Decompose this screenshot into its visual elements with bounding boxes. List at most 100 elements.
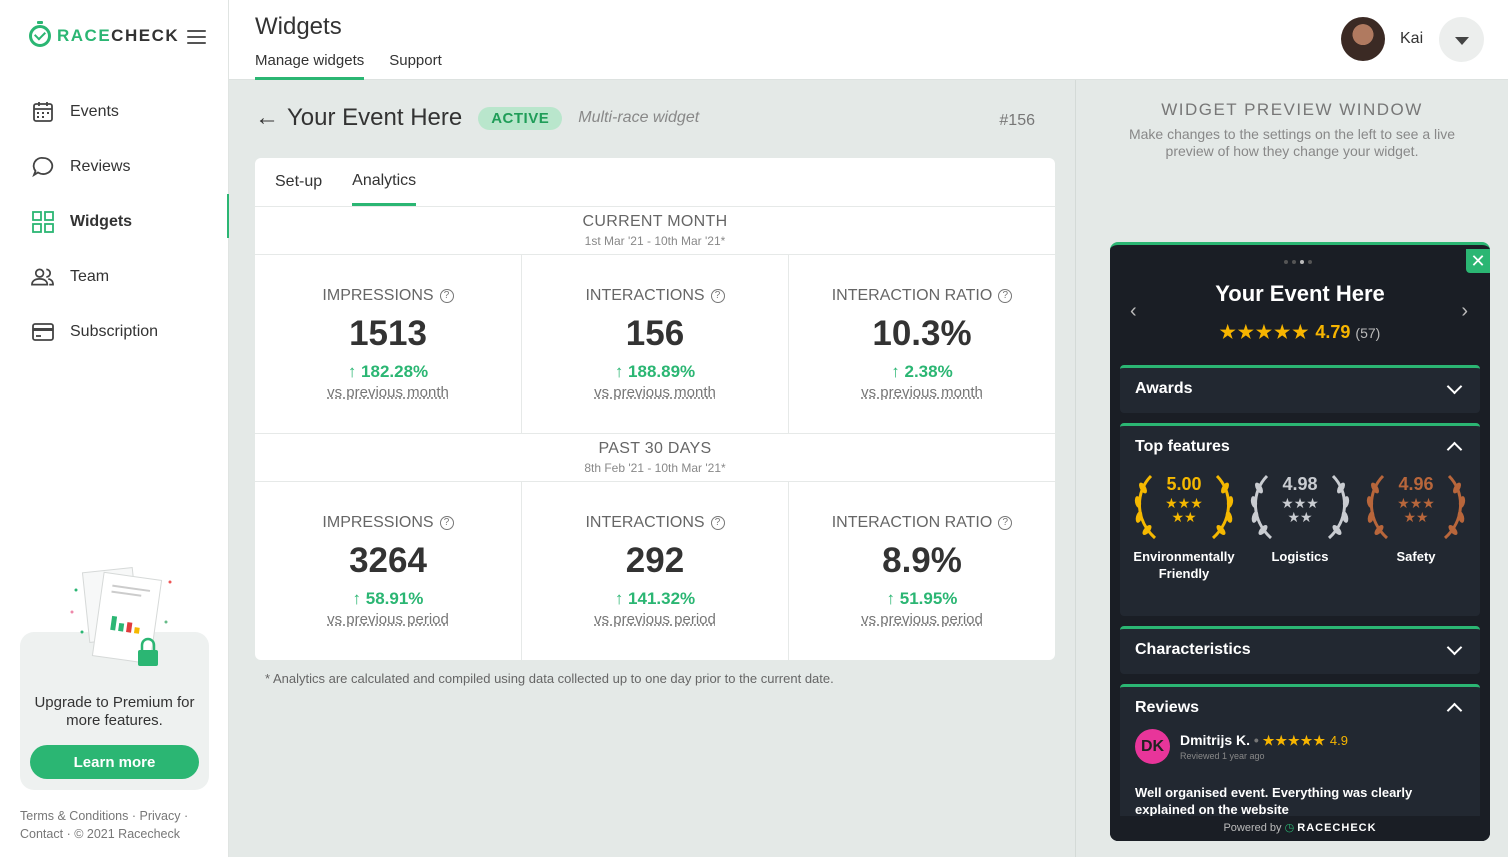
sidebar-item-reviews[interactable]: Reviews [0,139,229,194]
help-icon[interactable]: ? [710,289,725,303]
rating-value: 4.79 [1315,322,1351,342]
stat-value: 8.9% [882,541,962,580]
star-icon: ★★★ ★★ [1397,495,1435,525]
stat-label: IMPRESSIONS [322,514,434,531]
upgrade-text: Upgrade to Premium for more features. [34,694,195,729]
stat-comparison[interactable]: vs previous period [255,611,521,628]
features-list: 5.00 ★★★ ★★ Environmentally Friendly 4.98… [1120,468,1480,582]
laurel-icon: 4.98 ★★★ ★★ [1245,468,1355,544]
widget-rating: ★★★★★ 4.79 (57) [1110,322,1490,343]
avatar: DK [1135,729,1170,764]
sidebar-item-label: Reviews [70,157,131,175]
widget-preview: ✕ ‹ › Your Event Here ★★★★★ 4.79 (57) Aw… [1110,242,1490,841]
stat-comparison[interactable]: vs previous period [789,611,1055,628]
chat-bubble-icon [31,155,54,178]
credit-card-icon [31,320,54,343]
sidebar: RACECHECK Events Reviews Widgets Team Su… [0,0,230,857]
grid-icon [31,210,54,233]
back-arrow-icon[interactable]: ← [255,104,279,132]
section-title: Awards [1135,380,1193,397]
status-badge: ACTIVE [478,106,563,130]
stat-impressions: IMPRESSIONS? 3264 ↑ 58.91% vs previous p… [255,482,522,660]
top-features-section[interactable]: Top features 5.00 ★★★ ★★ Environmentally … [1120,423,1480,616]
calendar-icon [31,100,54,123]
event-header: ← Your Event Here ACTIVE Multi-race widg… [255,104,1055,132]
help-icon[interactable]: ? [439,516,454,530]
powered-by-brand[interactable]: RACECHECK [1297,822,1376,834]
help-icon[interactable]: ? [710,516,725,530]
page-title: Widgets [255,13,342,40]
stat-change: ↑ 51.95% [886,589,958,608]
user-name[interactable]: Kai [1400,30,1423,48]
widget-id: #156 [999,112,1035,129]
characteristics-section[interactable]: Characteristics [1120,626,1480,674]
laurel-icon: 5.00 ★★★ ★★ [1129,468,1239,544]
stopwatch-icon [29,21,51,47]
tab-manage-widgets[interactable]: Manage widgets [255,52,365,80]
stat-interactions: INTERACTIONS? 156 ↑ 188.89% vs previous … [522,255,789,433]
preview-title: WIDGET PREVIEW WINDOW [1161,100,1423,119]
user-menu-dropdown[interactable] [1439,17,1484,62]
stat-comparison[interactable]: vs previous period [522,611,788,628]
awards-section[interactable]: Awards [1120,365,1480,413]
stat-change: ↑ 141.32% [614,589,696,608]
event-title: Your Event Here [287,104,463,131]
sidebar-item-team[interactable]: Team [0,249,229,304]
feature-award: 5.00 ★★★ ★★ Environmentally Friendly [1129,468,1239,582]
help-icon[interactable]: ? [998,516,1013,530]
rating-count: (57) [1355,325,1381,341]
stat-value: 10.3% [872,314,972,353]
main-content: ← Your Event Here ACTIVE Multi-race widg… [229,80,1075,857]
stat-label: IMPRESSIONS [322,287,434,304]
help-icon[interactable]: ? [439,289,454,303]
preview-description: Make changes to the settings on the left… [1128,126,1456,159]
stat-change: ↑ 2.38% [891,362,953,381]
terms-link[interactable]: Terms & Conditions [20,809,128,823]
section-title: Reviews [1135,699,1200,716]
avatar[interactable] [1341,17,1385,61]
help-icon[interactable]: ? [998,289,1013,303]
feature-score: 4.96 [1398,474,1434,494]
stat-comparison[interactable]: vs previous month [789,384,1055,401]
tab-support[interactable]: Support [389,52,442,80]
stat-label: INTERACTION RATIO [831,514,993,531]
stat-comparison[interactable]: vs previous month [255,384,521,401]
feature-score: 4.98 [1282,474,1318,494]
feature-award: 4.96 ★★★ ★★ Safety [1361,468,1471,582]
learn-more-button[interactable]: Learn more [30,745,199,779]
sidebar-item-widgets[interactable]: Widgets [0,194,230,249]
reviews-section[interactable]: Reviews DK Dmitrijs K. • ★★★★★ 4.9 Revie… [1120,684,1480,824]
contact-link[interactable]: Contact [20,827,63,841]
stat-interactions: INTERACTIONS? 292 ↑ 141.32% vs previous … [522,482,789,660]
close-icon[interactable]: ✕ [1466,249,1490,273]
stats-row: IMPRESSIONS? 1513 ↑ 182.28% vs previous … [255,255,1055,434]
period-header: CURRENT MONTH 1st Mar '21 - 10th Mar '21… [255,207,1055,255]
stat-impressions: IMPRESSIONS? 1513 ↑ 182.28% vs previous … [255,255,522,433]
analytics-footnote: * Analytics are calculated and compiled … [265,671,834,686]
stat-label: INTERACTIONS [585,287,705,304]
top-header: Widgets Manage widgets Support Kai [229,0,1508,80]
privacy-link[interactable]: Privacy [139,809,180,823]
review-item: DK Dmitrijs K. • ★★★★★ 4.9 Reviewed 1 ye… [1120,729,1480,818]
sidebar-item-events[interactable]: Events [0,84,229,139]
reviewer-name: Dmitrijs K. [1180,732,1251,748]
review-text: Well organised event. Everything was cle… [1135,785,1413,817]
stat-value: 292 [625,541,685,580]
sidebar-item-subscription[interactable]: Subscription [0,304,229,359]
stat-comparison[interactable]: vs previous month [522,384,788,401]
tab-analytics[interactable]: Analytics [352,158,417,206]
section-title: Characteristics [1135,641,1251,658]
stat-value: 1513 [349,314,427,353]
stat-interaction-ratio: INTERACTION RATIO? 10.3% ↑ 2.38% vs prev… [789,255,1055,433]
footer-links: Terms & Conditions · Privacy · Contact ·… [20,809,189,841]
analytics-card: Set-up Analytics CURRENT MONTH 1st Mar '… [255,158,1055,660]
sidebar-item-label: Widgets [70,212,133,230]
period-range: 1st Mar '21 - 10th Mar '21* [584,234,726,248]
racecheck-logo[interactable]: RACECHECK [29,21,179,47]
menu-icon[interactable] [187,30,206,44]
tab-setup[interactable]: Set-up [275,158,322,206]
widget-type-label: Multi-race widget [578,109,700,126]
widget-preview-panel: WIDGET PREVIEW WINDOW Make changes to th… [1075,80,1508,857]
feature-label: Safety [1396,549,1436,564]
star-icon: ★★★ ★★ [1281,495,1319,525]
